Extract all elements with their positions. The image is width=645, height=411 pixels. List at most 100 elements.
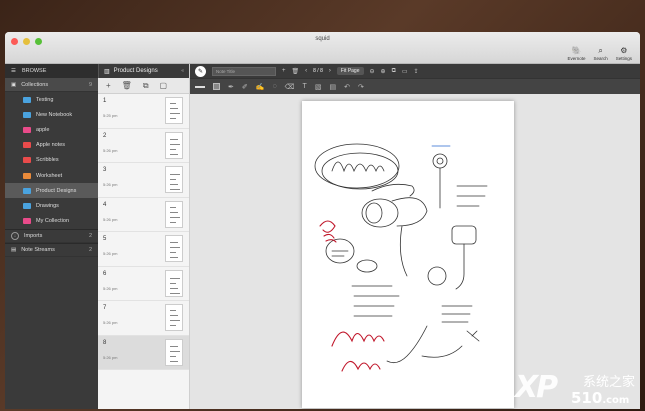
page-thumbnail xyxy=(165,97,183,124)
page-number: 6 xyxy=(103,270,107,277)
collection-item[interactable]: Apple notes xyxy=(5,138,98,153)
earbud-sketch xyxy=(432,153,448,169)
note-page[interactable] xyxy=(302,101,514,408)
page-template-icon[interactable]: ▢ xyxy=(160,81,168,90)
page-row[interactable]: 5 5:26 pm xyxy=(98,232,189,267)
note-title-input[interactable] xyxy=(212,66,276,76)
collection-item[interactable]: Testing xyxy=(5,92,98,107)
thumbnail-line xyxy=(170,206,176,208)
collection-item[interactable]: New Notebook xyxy=(5,107,98,122)
shape-tool-icon[interactable]: ▤ xyxy=(329,83,336,91)
notebook-color-icon xyxy=(23,187,31,194)
page-time: 5:26 pm xyxy=(103,216,118,222)
stroke-width-icon[interactable] xyxy=(195,85,205,88)
thumbnail-line xyxy=(170,242,178,243)
collection-item-label: Scribbles xyxy=(36,157,59,164)
add-page-button[interactable]: + xyxy=(106,81,111,90)
redo-icon[interactable]: ↷ xyxy=(358,83,364,91)
canvas-area[interactable] xyxy=(190,94,640,409)
app-window: squid 🐘 Evernote ⌕ Search ⚙ Settings ☰ B… xyxy=(5,32,640,409)
collection-item-label: Apple notes xyxy=(36,142,66,149)
eraser-icon[interactable]: ⌫ xyxy=(285,83,295,91)
note-streams-section[interactable]: ▤ Note Streams 2 xyxy=(5,242,98,257)
strong-bubble xyxy=(356,259,378,273)
page-number: 7 xyxy=(103,305,107,311)
thumbnail-line xyxy=(170,282,176,284)
page-thumbnail xyxy=(165,269,183,297)
page-list: 1 5:25 pm 2 5:26 pm 3 5:26 pm 4 5:26 pm 5 5:26 pm… xyxy=(98,94,189,370)
thumbnail-line xyxy=(170,138,178,140)
collection-item[interactable]: Product Designs xyxy=(5,183,98,199)
thumbnail-line xyxy=(170,315,178,316)
next-page-icon[interactable]: › xyxy=(329,68,331,74)
page-row[interactable]: 1 5:25 pm xyxy=(98,94,189,129)
thumbnail-line xyxy=(170,211,178,213)
page-time: 5:25 pm xyxy=(103,113,118,118)
page-time: 5:26 pm xyxy=(103,147,118,153)
camera-icon[interactable]: ▭ xyxy=(402,68,408,75)
highlighter-icon[interactable]: ✐ xyxy=(242,83,248,91)
imports-count: 2 xyxy=(88,232,92,239)
thumbnail-line xyxy=(170,174,180,175)
drawing-tools-bar: ✒ ✐ ✍ ◌ ⌫ T ▧ ▤ ↶ ↷ xyxy=(190,78,640,94)
stream-icon: ▤ xyxy=(11,246,17,253)
collection-item[interactable]: Scribbles xyxy=(5,153,98,168)
fit-page-button[interactable]: Fit Page xyxy=(336,67,364,75)
page-time: 5:26 pm xyxy=(103,182,118,187)
collection-item[interactable]: My Collection xyxy=(5,214,98,229)
collection-item-label: apple xyxy=(36,126,50,133)
collection-item[interactable]: Drawings xyxy=(5,198,98,213)
sketch-drawing xyxy=(314,143,488,372)
note-streams-label: Note Streams xyxy=(21,246,55,253)
add-page-icon[interactable]: + xyxy=(282,68,286,74)
marker-icon[interactable]: ✍ xyxy=(256,83,265,91)
imports-section[interactable]: ↓ Imports 2 xyxy=(5,228,98,243)
search-button[interactable]: ⌕ Search xyxy=(593,46,607,61)
delete-page-icon[interactable]: 🗑 xyxy=(292,68,300,75)
page-row[interactable]: 2 5:26 pm xyxy=(98,129,189,163)
page-row[interactable]: 7 5:26 pm xyxy=(98,301,189,336)
notebook-color-icon xyxy=(23,96,31,103)
pen-icon[interactable]: ✒ xyxy=(228,83,234,91)
evernote-label: Evernote xyxy=(567,56,586,61)
export-icon[interactable]: ⇪ xyxy=(414,68,419,75)
import-icon: ↓ xyxy=(11,231,19,240)
collapse-icon[interactable]: « xyxy=(181,68,184,74)
browse-header[interactable]: ☰ BROWSE xyxy=(5,64,98,78)
page-thumbnail xyxy=(165,338,183,366)
collections-section[interactable]: ▣ Collections 9 xyxy=(5,78,98,92)
headphones-swash xyxy=(371,183,415,197)
page-row[interactable]: 6 5:26 pm xyxy=(98,267,189,301)
page-row[interactable]: 3 5:26 pm xyxy=(98,163,189,198)
hamburger-icon[interactable]: ☰ xyxy=(11,68,16,74)
title-bar: squid 🐘 Evernote ⌕ Search ⚙ Settings xyxy=(5,32,640,64)
copy-icon[interactable]: ⧉ xyxy=(392,68,396,75)
thumbnail-line xyxy=(170,325,176,326)
settings-button[interactable]: ⚙ Settings xyxy=(616,46,632,61)
page-row[interactable]: 8 5:26 pm xyxy=(98,335,189,370)
lasso-icon[interactable]: ◌ xyxy=(272,83,276,90)
notebook-title: Product Designs xyxy=(113,68,158,74)
image-tool-icon[interactable]: ▧ xyxy=(315,83,322,91)
plug-notes xyxy=(441,305,473,323)
thumbnail-line xyxy=(170,287,178,289)
thumbnail-line xyxy=(170,148,176,150)
thumbnail-line xyxy=(170,257,178,258)
color-swatch[interactable] xyxy=(213,83,220,90)
collection-item[interactable]: Worksheet xyxy=(5,168,98,183)
page-row[interactable]: 4 5:26 pm xyxy=(98,198,189,232)
prev-page-icon[interactable]: ‹ xyxy=(305,68,307,74)
zoom-out-icon[interactable]: ⊖ xyxy=(370,68,375,75)
collection-item[interactable]: apple xyxy=(5,122,98,137)
thumbnail-line xyxy=(170,360,178,362)
thumbnail-line xyxy=(170,143,180,145)
undo-icon[interactable]: ↶ xyxy=(344,83,350,91)
page-thumbnail xyxy=(165,166,183,193)
zoom-in-icon[interactable]: ⊕ xyxy=(381,68,386,75)
page-time: 5:26 pm xyxy=(103,354,118,360)
duplicate-page-icon[interactable]: ⧉ xyxy=(143,81,149,91)
trash-icon[interactable]: 🗑 xyxy=(122,81,132,90)
evernote-button[interactable]: 🐘 Evernote xyxy=(567,46,585,61)
text-tool-icon[interactable]: T xyxy=(303,83,307,90)
pen-tool-icon[interactable]: ✎ xyxy=(195,65,206,77)
